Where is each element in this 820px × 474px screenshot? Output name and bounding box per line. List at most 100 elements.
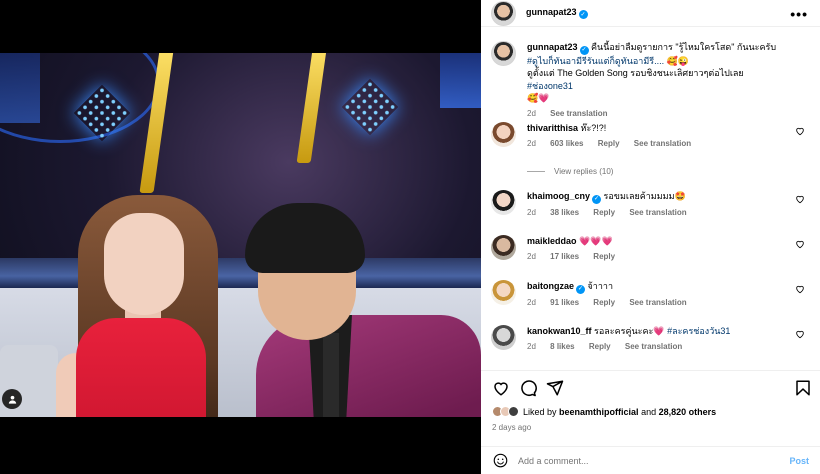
see-translation-link[interactable]: See translation bbox=[629, 208, 686, 217]
comment-time: 2d bbox=[527, 297, 536, 307]
liker-username[interactable]: beenamthipofficial bbox=[559, 407, 639, 417]
comment-item: baitongzae ✓ จ้าาาา 2d 91 likes Reply See… bbox=[491, 280, 811, 316]
comment-username[interactable]: maikleddao bbox=[527, 236, 577, 246]
comment-text: ห๊ะ?!?! bbox=[580, 123, 607, 133]
comment-item: kanokwan10_ff รอละครคู่นะคะ💗 #ละครช่องวั… bbox=[491, 325, 811, 361]
bookmark-icon[interactable] bbox=[794, 379, 812, 397]
comment-username[interactable]: kanokwan10_ff bbox=[527, 326, 592, 336]
stage-panel bbox=[440, 53, 481, 108]
comment-text: รอละครคู่นะคะ💗 bbox=[594, 326, 665, 336]
comment-item: thivaritthisa ห๊ะ?!?! 2d 603 likes Reply… bbox=[491, 122, 811, 162]
send-icon[interactable] bbox=[546, 379, 564, 397]
post-header: gunnapat23 ✓ ••• bbox=[481, 0, 820, 27]
more-options-button[interactable]: ••• bbox=[790, 6, 808, 22]
divider bbox=[527, 171, 545, 172]
post-side-panel: gunnapat23 ✓ ••• gunnapat23 ✓ คืนนี้อย่าลื… bbox=[481, 0, 820, 474]
see-translation-link[interactable]: See translation bbox=[634, 139, 691, 148]
comment-time: 2d bbox=[527, 108, 536, 118]
user-tag-button[interactable] bbox=[2, 389, 22, 409]
post-comment-button[interactable]: Post bbox=[789, 456, 809, 466]
post-media bbox=[0, 0, 481, 474]
comment-likes[interactable]: 17 likes bbox=[550, 252, 579, 261]
comment-text: จ้าาาา bbox=[587, 281, 614, 291]
hashtag-link[interactable]: #ช่องone31 bbox=[527, 81, 573, 91]
red-dress bbox=[76, 318, 206, 417]
verified-icon: ✓ bbox=[579, 45, 589, 55]
comment-item: maikleddao 💗💗💗 2d 17 likes Reply bbox=[491, 235, 811, 271]
likes-summary: Liked by beenamthipofficial and 28,820 o… bbox=[492, 406, 716, 417]
black-tie bbox=[323, 333, 339, 417]
reply-button[interactable]: Reply bbox=[593, 252, 615, 261]
avatar[interactable] bbox=[491, 190, 516, 215]
like-comment-heart-icon[interactable] bbox=[795, 329, 805, 339]
author-username[interactable]: gunnapat23 bbox=[526, 7, 577, 17]
post-time: 2 days ago bbox=[492, 423, 532, 432]
comment-time: 2d bbox=[527, 138, 536, 148]
comment-username[interactable]: thivaritthisa bbox=[527, 123, 578, 133]
post-actions bbox=[481, 370, 820, 406]
avatar[interactable] bbox=[491, 325, 516, 350]
heart-icon[interactable] bbox=[492, 379, 510, 397]
user-tag-icon bbox=[8, 395, 16, 404]
likes-and: and bbox=[641, 406, 657, 417]
like-comment-heart-icon[interactable] bbox=[795, 126, 805, 136]
comment-time: 2d bbox=[527, 207, 536, 217]
like-comment-heart-icon[interactable] bbox=[795, 194, 805, 204]
view-replies-button[interactable]: View replies (10) bbox=[527, 167, 613, 176]
like-comment-heart-icon[interactable] bbox=[795, 284, 805, 294]
likes-prefix: Liked by bbox=[523, 406, 557, 417]
caption-emoji: 🥰💗 bbox=[527, 93, 550, 104]
avatar[interactable] bbox=[491, 235, 516, 260]
comment-item: khaimoog_cny ✓ รอขมเลยค้ามมมม🤩 2d 38 like… bbox=[491, 190, 811, 226]
stage-light-grid bbox=[341, 78, 399, 136]
person-hair bbox=[245, 203, 365, 273]
stage-panel bbox=[0, 53, 40, 123]
stage-strip bbox=[0, 258, 481, 288]
comment-input[interactable] bbox=[518, 455, 790, 466]
verified-icon: ✓ bbox=[576, 284, 586, 294]
comment-likes[interactable]: 603 likes bbox=[550, 139, 583, 148]
reply-button[interactable]: Reply bbox=[593, 208, 615, 217]
verified-icon: ✓ bbox=[592, 194, 602, 204]
hashtag-link[interactable]: #ละครช่องวัน31 bbox=[667, 326, 730, 336]
comment-likes[interactable]: 38 likes bbox=[550, 208, 579, 217]
comment-username[interactable]: baitongzae bbox=[527, 281, 574, 291]
caption-text: ดูตั้งแต่ The Golden Song รอบชิงชนะเลิศย… bbox=[527, 68, 744, 79]
avatar[interactable] bbox=[491, 41, 516, 66]
post-author[interactable]: gunnapat23 ✓ bbox=[526, 7, 588, 19]
avatar[interactable] bbox=[491, 0, 516, 26]
hashtag-link[interactable]: #ดูไบก็ทันอามีรีรันแต่ก็ดูทันอามีรี.... bbox=[527, 56, 664, 66]
reply-button[interactable]: Reply bbox=[593, 298, 615, 307]
smile-icon[interactable] bbox=[493, 453, 508, 468]
post-photo[interactable] bbox=[0, 53, 481, 417]
comment-icon[interactable] bbox=[519, 379, 537, 397]
avatar[interactable] bbox=[491, 280, 516, 305]
avatar bbox=[508, 406, 519, 417]
more-horizontal-icon: ••• bbox=[790, 6, 808, 22]
avatar[interactable] bbox=[491, 122, 516, 147]
reply-button[interactable]: Reply bbox=[589, 342, 611, 351]
like-comment-heart-icon[interactable] bbox=[795, 239, 805, 249]
comment-username[interactable]: khaimoog_cny bbox=[527, 191, 590, 201]
see-translation-link[interactable]: See translation bbox=[625, 342, 682, 351]
comment-text: รอขมเลยค้ามมมม🤩 bbox=[603, 191, 686, 201]
add-comment-bar: Post bbox=[481, 446, 820, 474]
comment-likes[interactable]: 91 likes bbox=[550, 298, 579, 307]
verified-icon: ✓ bbox=[578, 10, 588, 19]
likes-others[interactable]: 28,820 others bbox=[659, 407, 717, 417]
person-face bbox=[104, 213, 184, 315]
see-translation-link[interactable]: See translation bbox=[550, 109, 607, 118]
comment-text: 💗💗💗 bbox=[579, 236, 613, 246]
instagram-post-modal: gunnapat23 ✓ ••• gunnapat23 ✓ คืนนี้อย่าลื… bbox=[0, 0, 820, 474]
see-translation-link[interactable]: See translation bbox=[629, 298, 686, 307]
caption-emoji: 🥰😜 bbox=[666, 55, 690, 66]
stage-beam bbox=[296, 53, 328, 163]
caption-username[interactable]: gunnapat23 bbox=[527, 42, 578, 52]
caption: gunnapat23 ✓ คืนนี้อย่าลืมดูรายการ "รู้ไห… bbox=[491, 41, 811, 118]
comment-time: 2d bbox=[527, 251, 536, 261]
comment-time: 2d bbox=[527, 341, 536, 351]
liker-avatars bbox=[492, 406, 519, 417]
reply-button[interactable]: Reply bbox=[598, 139, 620, 148]
comment-likes[interactable]: 8 likes bbox=[550, 342, 574, 351]
caption-text: คืนนี้อย่าลืมดูรายการ "รู้ไหมใครโสด" กัน… bbox=[591, 42, 777, 52]
